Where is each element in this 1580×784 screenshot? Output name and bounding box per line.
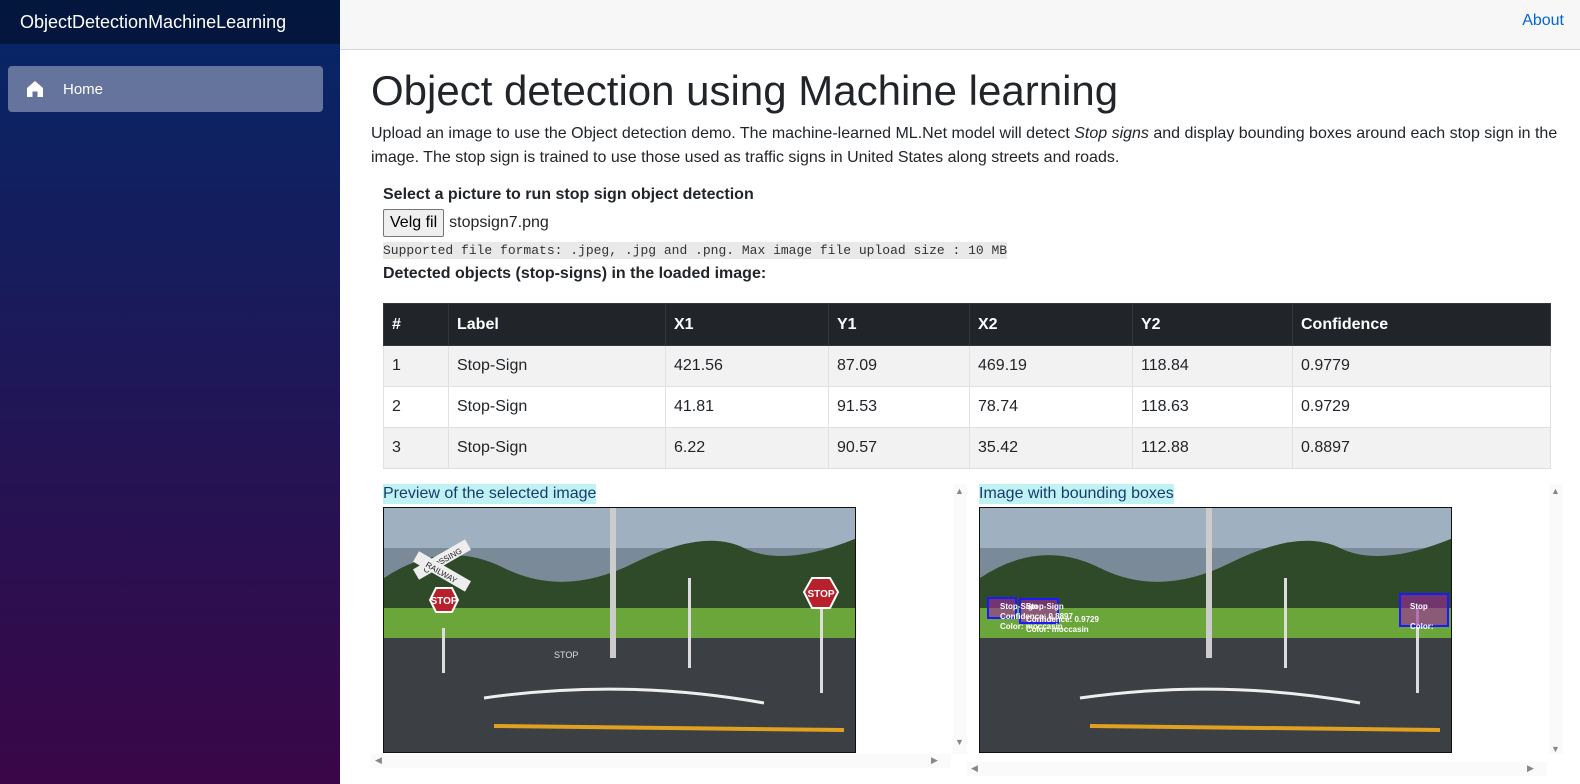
- scroll-up-icon[interactable]: ▲: [1551, 486, 1560, 496]
- box-color-c: Color:: [1410, 622, 1434, 631]
- table-cell: 3: [383, 427, 449, 469]
- page-title: Object detection using Machine learning: [371, 67, 1119, 114]
- table-header-row: # Label X1 Y1 X2 Y2 Confidence: [383, 303, 1551, 346]
- road-marking-text: STOP: [554, 650, 578, 660]
- select-title: Select a picture to run stop sign object…: [383, 186, 754, 203]
- scroll-left-icon[interactable]: ◀: [375, 755, 382, 766]
- sidebar-item-label: Home: [63, 80, 104, 98]
- box-color-b: Color: moccasin: [1026, 625, 1089, 634]
- detected-title: Detected objects (stop-signs) in the loa…: [383, 265, 767, 282]
- intro-text: Upload an image to use the Object detect…: [371, 122, 1561, 170]
- preview-scrollbar-horizontal[interactable]: ◀ ▶: [371, 754, 951, 768]
- result-panel: Image with bounding boxes Stop-Sign Stop…: [967, 484, 1564, 784]
- stop-sign-label-right: STOP: [807, 589, 834, 600]
- table-cell: 0.8897: [1292, 427, 1551, 469]
- table-cell: Stop-Sign: [448, 386, 666, 428]
- box-label-b: Stop-Sign: [1026, 602, 1064, 611]
- table-cell: 0.9779: [1292, 345, 1551, 387]
- intro-emphasis: Stop signs: [1074, 125, 1149, 143]
- scroll-right-icon[interactable]: ▶: [931, 755, 938, 766]
- stop-sign-label-left: STOP: [430, 596, 457, 607]
- scroll-down-icon[interactable]: ▼: [955, 737, 964, 747]
- table-cell: 87.09: [828, 345, 970, 387]
- table-cell: 112.88: [1132, 427, 1293, 469]
- result-scrollbar-horizontal[interactable]: ◀ ▶: [967, 762, 1547, 776]
- top-bar: About: [340, 0, 1580, 50]
- about-link[interactable]: About: [1522, 12, 1564, 30]
- table-cell: Stop-Sign: [448, 345, 666, 387]
- table-cell: 41.81: [665, 386, 829, 428]
- column-header: X2: [969, 303, 1133, 346]
- table-row: 2 Stop-Sign 41.81 91.53 78.74 118.63 0.9…: [383, 386, 1551, 428]
- sidebar: ObjectDetectionMachineLearning Home: [0, 0, 340, 784]
- result-scrollbar-vertical[interactable]: ▲ ▼: [1549, 484, 1563, 754]
- preview-image: STOP STOP CROSSING RAILWAY STOP: [383, 507, 856, 753]
- table-cell: 1: [383, 345, 449, 387]
- table-cell: 118.63: [1132, 386, 1293, 428]
- detections-table: # Label X1 Y1 X2 Y2 Confidence 1 Stop-Si…: [383, 303, 1551, 469]
- preview-panel: Preview of the selected image STOP STOP …: [371, 484, 968, 784]
- brand-bar: ObjectDetectionMachineLearning: [0, 0, 340, 44]
- choose-file-button[interactable]: Velg fil: [383, 209, 445, 237]
- column-header: Label: [448, 303, 666, 346]
- table-cell: 35.42: [969, 427, 1133, 469]
- intro-part-1: Upload an image to use the Object detect…: [371, 125, 1075, 143]
- preview-title: Preview of the selected image: [383, 484, 597, 504]
- selected-file-name: stopsign7.png: [449, 214, 549, 231]
- home-icon: [25, 79, 45, 99]
- scroll-right-icon[interactable]: ▶: [1527, 763, 1534, 774]
- table-cell: 2: [383, 386, 449, 428]
- column-header: Y2: [1132, 303, 1293, 346]
- formats-note: Supported file formats: .jpeg, .jpg and …: [383, 242, 1008, 259]
- column-header: Confidence: [1292, 303, 1551, 346]
- main-content: Object detection using Machine learning …: [371, 60, 1561, 170]
- sidebar-item-home[interactable]: Home: [8, 66, 323, 112]
- brand-link[interactable]: ObjectDetectionMachineLearning: [20, 12, 286, 33]
- column-header: #: [383, 303, 449, 346]
- scroll-down-icon[interactable]: ▼: [1551, 744, 1560, 754]
- table-cell: 118.84: [1132, 345, 1293, 387]
- result-image: Stop-Sign Stop-Sign Confidence: 0.8897 C…: [979, 507, 1452, 753]
- scroll-left-icon[interactable]: ◀: [971, 763, 978, 774]
- table-cell: 91.53: [828, 386, 970, 428]
- result-title: Image with bounding boxes: [979, 484, 1174, 504]
- column-header: X1: [665, 303, 829, 346]
- table-cell: 421.56: [665, 345, 829, 387]
- file-input[interactable]: Velg fil stopsign7.png: [383, 208, 1553, 238]
- box-label-c: Stop: [1410, 602, 1428, 611]
- table-cell: 90.57: [828, 427, 970, 469]
- upload-section: Select a picture to run stop sign object…: [383, 186, 1553, 283]
- table-cell: 78.74: [969, 386, 1133, 428]
- table-row: 1 Stop-Sign 421.56 87.09 469.19 118.84 0…: [383, 345, 1551, 387]
- table-cell: Stop-Sign: [448, 427, 666, 469]
- scroll-up-icon[interactable]: ▲: [955, 486, 964, 496]
- table-cell: 469.19: [969, 345, 1133, 387]
- preview-scrollbar-vertical[interactable]: ▲ ▼: [953, 484, 967, 754]
- table-cell: 6.22: [665, 427, 829, 469]
- table-row: 3 Stop-Sign 6.22 90.57 35.42 112.88 0.88…: [383, 427, 1551, 469]
- table-cell: 0.9729: [1292, 386, 1551, 428]
- column-header: Y1: [828, 303, 970, 346]
